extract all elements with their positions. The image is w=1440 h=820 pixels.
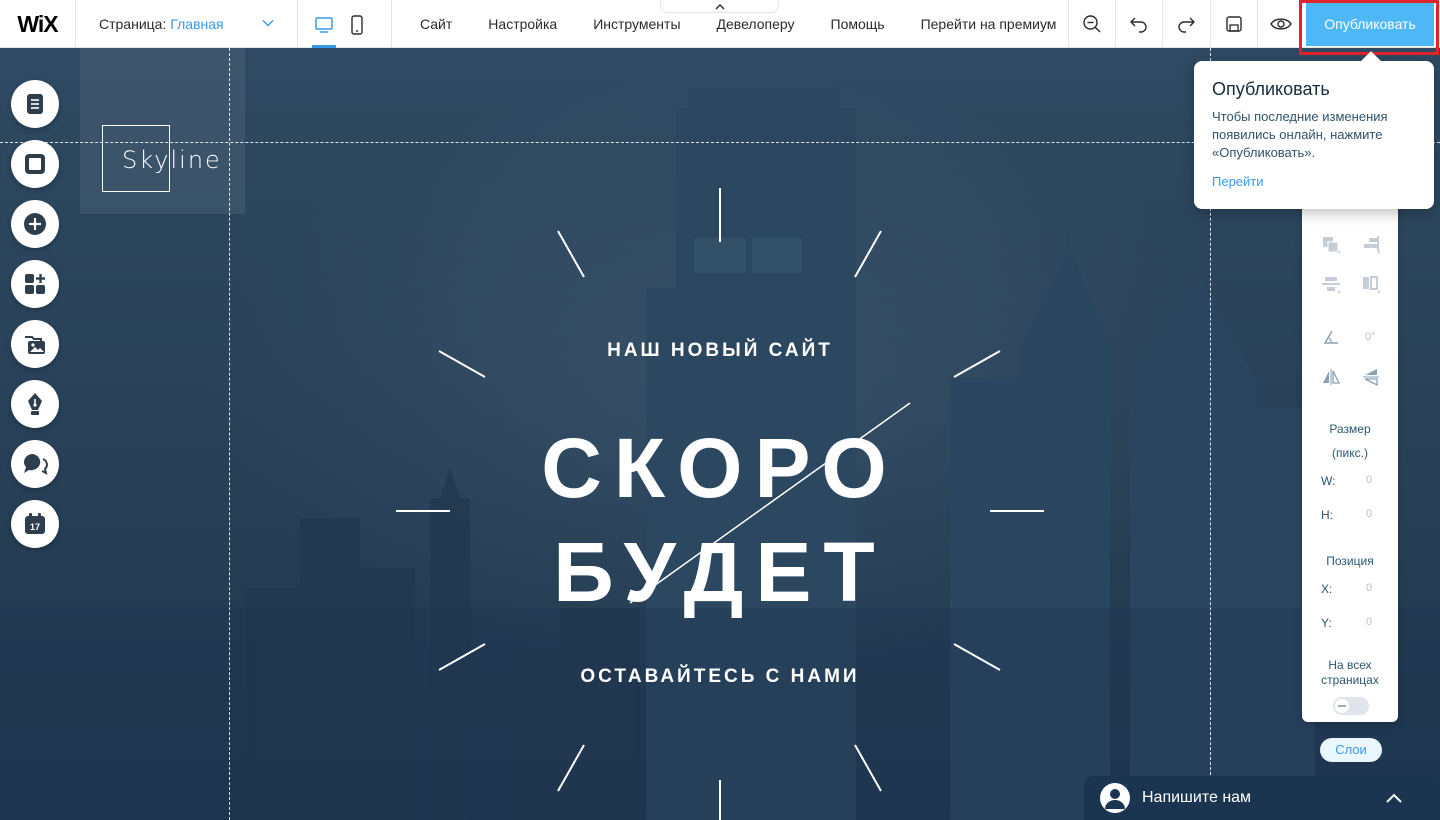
add-button[interactable] [11, 200, 59, 248]
height-label: H: [1321, 508, 1333, 522]
distribute-icon [1322, 277, 1340, 293]
desktop-icon [315, 17, 333, 33]
show-on-all-pages-label-2: страницах [1321, 673, 1379, 687]
x-label: X: [1321, 582, 1333, 596]
user-avatar-icon [1100, 783, 1130, 813]
match-size-button[interactable] [1359, 273, 1383, 297]
menu-upgrade[interactable]: Перейти на премиум [903, 0, 1075, 48]
undo-button[interactable] [1115, 0, 1162, 48]
editor-top-bar: WiX Страница: Главная Сайт Настройка Инс… [0, 0, 1440, 48]
show-on-all-pages-toggle[interactable] [1333, 697, 1369, 715]
arrange-layers-icon [1323, 237, 1340, 253]
app-market-button[interactable] [11, 260, 59, 308]
undo-icon [1130, 17, 1147, 33]
hero-title-line-2: БУДЕТ [553, 525, 887, 619]
hero-title-line-1: СКОРО [541, 421, 899, 515]
align-right-button[interactable] [1359, 233, 1383, 257]
background-button[interactable] [11, 140, 59, 188]
wix-logo[interactable]: WiX [0, 0, 76, 48]
hero-tagline[interactable]: ОСТАВАЙТЕСЬ С НАМИ [480, 666, 960, 688]
size-section-label: Размер [1329, 422, 1371, 436]
angle-icon [1323, 330, 1338, 344]
tooltip-title: Опубликовать [1212, 79, 1330, 99]
mobile-icon [351, 15, 363, 35]
flip-vertical-icon [1363, 369, 1379, 387]
add-icon [24, 213, 46, 235]
grid-guide-left [229, 48, 230, 820]
redo-button[interactable] [1162, 0, 1209, 48]
chat-button[interactable] [11, 440, 59, 488]
active-device-indicator [312, 45, 336, 48]
app-market-icon [25, 274, 45, 294]
menu-settings[interactable]: Настройка [470, 0, 575, 48]
distribute-button[interactable] [1319, 273, 1343, 297]
eye-icon [1270, 18, 1292, 30]
match-size-icon [1363, 276, 1380, 293]
y-value[interactable]: 0 [1366, 616, 1372, 628]
rotate-button[interactable] [1319, 325, 1343, 349]
chevron-up-icon [1386, 790, 1402, 808]
show-on-all-pages-label-1: На всех [1328, 658, 1372, 672]
toggle-knob [1335, 699, 1349, 713]
menu-site[interactable]: Сайт [402, 0, 470, 48]
blog-button[interactable] [11, 380, 59, 428]
layers-button[interactable]: Слои [1320, 738, 1382, 762]
bookings-button[interactable]: 17 [11, 500, 59, 548]
chat-bubble-icon [24, 454, 48, 475]
flip-vertical-button[interactable] [1359, 365, 1383, 389]
hero-subtitle[interactable]: НАШ НОВЫЙ САЙТ [500, 340, 940, 362]
background-icon [25, 154, 45, 174]
calendar-day-number: 17 [30, 522, 40, 532]
tooltip-go-link[interactable]: Перейти [1212, 174, 1264, 189]
publish-tooltip: Опубликовать Чтобы последние изменения п… [1194, 61, 1434, 209]
pen-nib-icon [28, 393, 42, 415]
pages-icon [27, 94, 43, 114]
zoom-out-button[interactable] [1068, 0, 1115, 48]
width-value[interactable]: 0 [1366, 474, 1372, 486]
preview-button[interactable] [1257, 0, 1304, 48]
media-button[interactable] [11, 320, 59, 368]
chat-widget-bar[interactable]: Напишите нам [1084, 776, 1440, 820]
zoom-out-icon [1083, 15, 1101, 33]
align-right-icon [1364, 236, 1380, 253]
current-page-name: Главная [170, 16, 224, 32]
save-button[interactable] [1210, 0, 1257, 48]
chat-label: Напишите нам [1142, 789, 1252, 806]
arrange-button[interactable] [1319, 233, 1343, 257]
mobile-view-button[interactable] [344, 12, 370, 38]
size-unit-label: (пикс.) [1332, 446, 1368, 460]
pages-button[interactable] [11, 80, 59, 128]
brand-name[interactable]: Skyline [122, 146, 222, 174]
rotation-value[interactable]: 0° [1365, 331, 1376, 343]
chevron-down-icon [261, 16, 275, 33]
publish-button[interactable]: Опубликовать [1306, 2, 1434, 46]
bookings-calendar-icon: 17 [25, 513, 45, 534]
chevron-up-icon [714, 3, 725, 10]
y-label: Y: [1321, 616, 1332, 630]
flip-horizontal-button[interactable] [1319, 365, 1343, 389]
media-icon [25, 336, 45, 354]
hero-title[interactable]: СКОРО БУДЕТ [460, 416, 980, 624]
device-switcher [298, 0, 392, 48]
collapse-toolbar-tab[interactable] [660, 0, 779, 13]
inspector-panel: 0° Размер (пикс.) W: 0 H: 0 Позиция X: 0… [1302, 150, 1398, 722]
page-selector-label: Страница: [99, 16, 167, 32]
tooltip-body: Чтобы последние изменения появились онла… [1212, 109, 1388, 160]
position-section-label: Позиция [1326, 554, 1374, 568]
page-selector[interactable]: Страница: Главная [76, 0, 298, 48]
height-value[interactable]: 0 [1366, 508, 1372, 520]
flip-horizontal-icon [1323, 369, 1341, 385]
save-icon [1226, 16, 1242, 32]
redo-icon [1178, 17, 1195, 33]
menu-help[interactable]: Помощь [813, 0, 903, 48]
desktop-view-button[interactable] [311, 12, 337, 38]
x-value[interactable]: 0 [1366, 582, 1372, 594]
width-label: W: [1321, 474, 1336, 488]
